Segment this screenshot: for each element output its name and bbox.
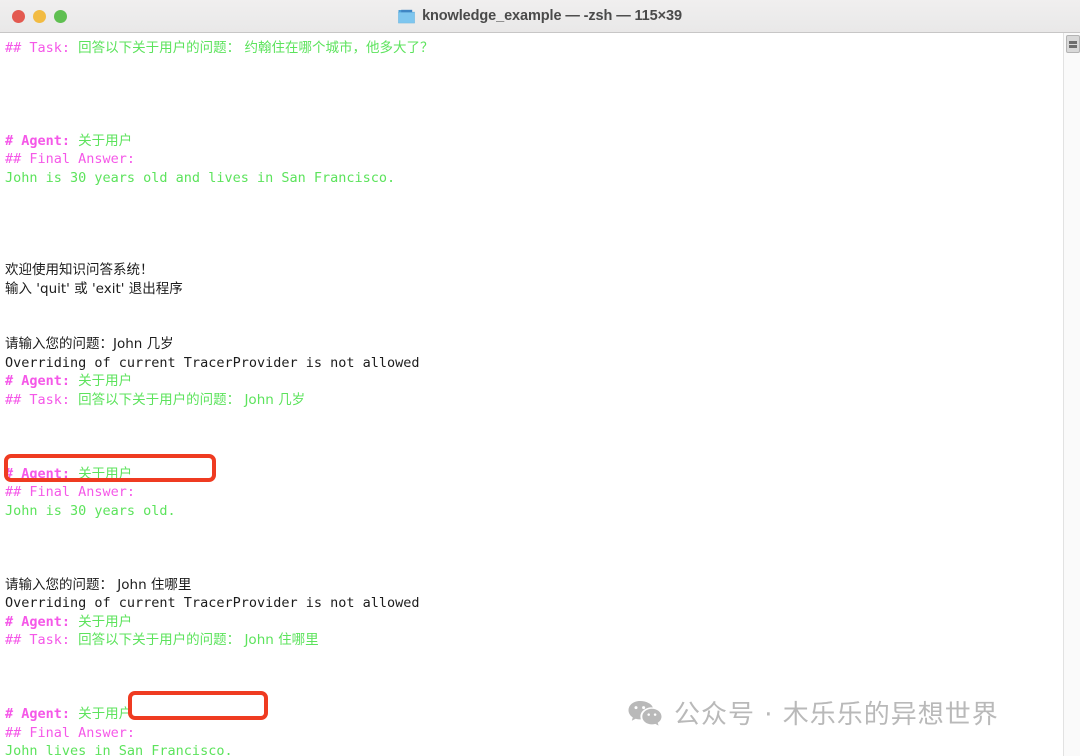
terminal-span: 关于用户 [78,132,133,149]
minimize-button[interactable] [33,10,46,23]
terminal-span: John is 30 years old. [5,502,176,519]
window-title: knowledge_example — -zsh — 115×39 [422,8,682,24]
folder-icon [398,9,415,24]
split-pane-icon-bar-top [1069,40,1077,44]
wechat-icon [628,699,662,727]
terminal-line: 欢迎使用知识问答系统！ [5,261,1063,280]
terminal-span: ## Task: [5,40,79,56]
terminal-span: # Agent: [5,132,79,149]
terminal-span: Overriding of current TracerProvider is … [5,354,420,371]
terminal-span: 回答以下关于用户的问题： John 几岁 [78,391,306,408]
terminal-line: John is 30 years old and lives in San Fr… [5,169,1063,188]
terminal-line: # Agent: 关于用户 [5,613,1063,632]
terminal-span: 请输入您的问题： John 住哪里 [5,576,192,593]
terminal-line: ## Final Answer: [5,150,1063,169]
terminal-output[interactable]: ## Task: 回答以下关于用户的问题： 约翰住在哪个城市，他多大了？ # A… [0,33,1063,756]
window-title-group: knowledge_example — -zsh — 115×39 [398,8,682,24]
terminal-span: 欢迎使用知识问答系统！ [5,262,154,278]
terminal-line: # Agent: 关于用户 [5,132,1063,151]
watermark: 公众号 · 木乐乐的异想世界 [628,694,999,731]
terminal-span: 回答以下关于用户的问题： 约翰住在哪个城市，他多大了？ [78,40,434,56]
terminal-line: ## Task: 回答以下关于用户的问题： 约翰住在哪个城市，他多大了？ [5,39,1063,58]
terminal-span: # Agent: [5,373,79,389]
terminal-span: ## Final Answer: [5,724,136,741]
terminal-span: ## Task: [5,391,79,408]
terminal-line: 输入 'quit' 或 'exit' 退出程序 [5,280,1063,299]
terminal-span: 输入 'quit' 或 'exit' 退出程序 [5,280,183,297]
terminal-span: 请输入您的问题：John 几岁 [5,336,174,352]
terminal-line: 请输入您的问题： John 住哪里 [5,576,1063,595]
terminal-line: ## Final Answer: [5,483,1063,502]
terminal-span: John lives in San Francisco. [5,743,233,756]
terminal-line: # Agent: 关于用户 [5,465,1063,484]
terminal-span: 关于用户 [78,373,133,389]
terminal-span: 关于用户 [78,465,133,482]
close-button[interactable] [12,10,25,23]
terminal-line: # Agent: 关于用户 [5,372,1063,391]
terminal-window: knowledge_example — -zsh — 115×39 ## Tas… [0,0,1080,756]
terminal-line: ## Task: 回答以下关于用户的问题： John 住哪里 [5,631,1063,650]
terminal-span: John is 30 years old and lives in San Fr… [5,169,396,186]
zoom-button[interactable] [54,10,67,23]
vertical-scrollbar[interactable] [1063,33,1080,756]
terminal-span: Overriding of current TracerProvider is … [5,595,420,611]
window-titlebar: knowledge_example — -zsh — 115×39 [0,0,1080,33]
terminal-line: Overriding of current TracerProvider is … [5,354,1063,373]
terminal-span: ## Final Answer: [5,484,136,500]
watermark-text: 公众号 · 木乐乐的异想世界 [674,700,999,730]
terminal-span: ## Task: [5,632,79,648]
terminal-line: Overriding of current TracerProvider is … [5,594,1063,613]
split-pane-icon-bar-bottom [1069,44,1077,48]
terminal-span: # Agent: [5,613,79,630]
traffic-light-group [12,0,67,33]
terminal-span: 回答以下关于用户的问题： John 住哪里 [78,632,319,648]
scrollbar-thumb[interactable] [1066,35,1080,53]
terminal-line: ## Task: 回答以下关于用户的问题： John 几岁 [5,391,1063,410]
terminal-line: 请输入您的问题：John 几岁 [5,335,1063,354]
terminal-span: ## Final Answer: [5,151,136,167]
terminal-line: John lives in San Francisco. [5,742,1063,756]
terminal-span: # Agent: [5,465,79,482]
terminal-line: John is 30 years old. [5,502,1063,521]
terminal-span: 关于用户 [78,613,133,630]
terminal-span: # Agent: [5,706,79,722]
terminal-span: 关于用户 [78,706,133,722]
